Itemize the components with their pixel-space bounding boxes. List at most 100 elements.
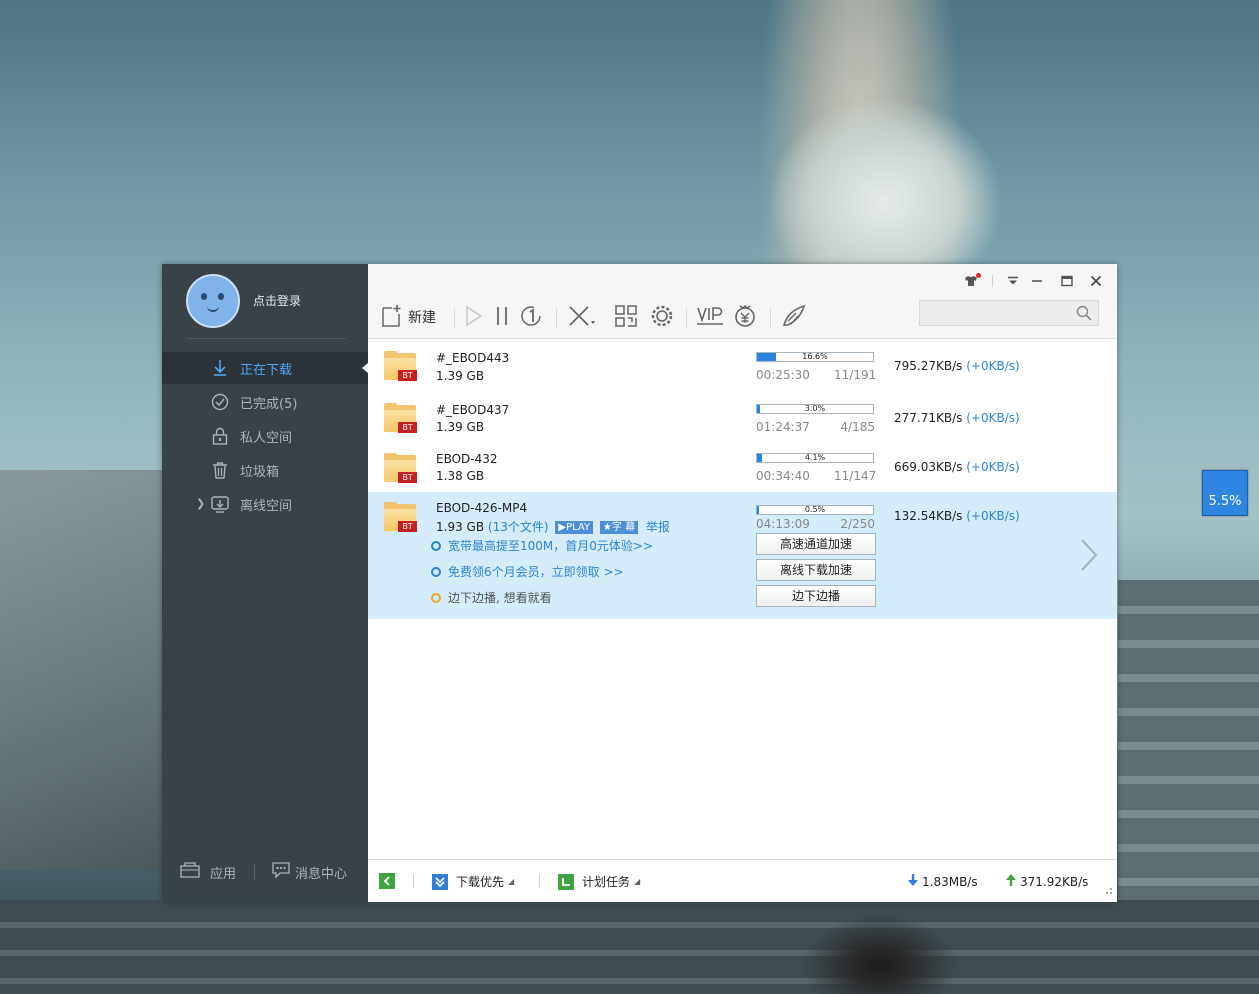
progress-bar: 3.0% — [756, 404, 874, 414]
pieces-count: 4/185 — [840, 420, 875, 434]
download-arrow-icon — [907, 873, 919, 890]
toolbar-divider — [454, 308, 455, 328]
message-center-button[interactable]: 消息中心 — [271, 861, 347, 883]
bt-badge: BT — [398, 521, 417, 532]
task-name: #_EBOD443 — [436, 351, 510, 365]
progress-label: 16.6% — [802, 352, 828, 361]
speed-rocket-button[interactable] — [780, 304, 808, 330]
subtitle-badge-label: 字 幕 — [611, 522, 636, 533]
title-bar[interactable] — [368, 264, 1117, 298]
broadband-promo-link[interactable]: 宽带最高提至100M，首月0元体验>> — [431, 537, 653, 554]
pause-button[interactable] — [494, 304, 510, 330]
sidebar-item-offline-space[interactable]: ❯ 离线空间 — [162, 488, 368, 520]
start-button[interactable] — [464, 304, 484, 330]
task-row-selected[interactable]: BT EBOD-426-MP4 1.93 GB (13个文件) ▶PLAY ★字… — [368, 492, 1117, 619]
toolbar-divider — [686, 308, 687, 328]
chevron-right-icon[interactable] — [1079, 538, 1099, 575]
subtitle-badge[interactable]: ★字 幕 — [599, 521, 639, 534]
upload-speed-value: 371.92KB/s — [1020, 874, 1089, 889]
sidebar: 点击登录 正在下载 已完成(5) 私人空间 垃圾箱 ❯ 离线空间 应用 消息中心 — [162, 264, 368, 901]
money-bag-button[interactable] — [732, 304, 758, 330]
free-vip-promo-link[interactable]: 免费领6个月会员，立即领取 >> — [431, 563, 624, 580]
total-download-speed: 1.83MB/s — [907, 873, 978, 890]
message-center-label: 消息中心 — [295, 866, 348, 882]
scheduled-task-label: 计划任务 — [582, 875, 631, 889]
task-row[interactable]: BT #_EBOD437 1.39 GB 3.0% 01:24:37 4/185… — [368, 391, 1117, 443]
close-icon[interactable] — [1087, 272, 1105, 290]
floating-speed-monitor[interactable]: 5.5% — [1202, 470, 1248, 516]
task-size: 1.39 GB — [436, 420, 485, 434]
accel-value: (+0KB/s) — [966, 509, 1020, 523]
sidebar-divider — [186, 338, 346, 339]
new-task-button[interactable]: 新建 — [380, 304, 436, 330]
folder-icon: BT — [384, 403, 418, 435]
promo-text: 宽带最高提至100M，首月0元体验>> — [448, 539, 654, 553]
bullet-circle-icon — [431, 566, 441, 577]
download-arrow-icon — [210, 358, 230, 378]
sidebar-item-label: 正在下载 — [240, 362, 293, 378]
notification-dot — [976, 273, 981, 278]
download-priority-button[interactable]: 下载优先 ◢ — [432, 873, 514, 890]
status-bar: 下载优先 ◢ 计划任务 ◢ 1.83MB/s 371.92KB/s — [368, 859, 1117, 902]
task-row[interactable]: BT #_EBOD443 1.39 GB 16.6% 00:25:30 11/1… — [368, 339, 1117, 391]
scheduled-task-button[interactable]: 计划任务 ◢ — [558, 873, 640, 890]
folder-icon: BT — [384, 351, 418, 383]
sidebar-item-downloading[interactable]: 正在下载 — [162, 352, 368, 384]
pause-icon — [494, 305, 510, 330]
statusbar-divider — [539, 874, 540, 888]
promo-text: 边下边播, 想看就看 — [448, 591, 552, 605]
collapse-sidebar-button[interactable] — [379, 873, 395, 889]
qr-code-icon — [614, 304, 638, 331]
play-while-download-button[interactable]: 边下边播 — [756, 585, 876, 607]
maximize-icon[interactable] — [1058, 272, 1076, 290]
check-circle-icon — [210, 392, 230, 412]
time-remaining: 00:25:30 — [756, 368, 810, 382]
task-size: 1.93 GB — [436, 520, 485, 534]
bt-badge: BT — [398, 422, 417, 433]
chevron-right-icon[interactable]: ❯ — [196, 497, 205, 510]
apps-label: 应用 — [210, 866, 237, 882]
bullet-circle-icon — [431, 592, 441, 603]
file-count-link[interactable]: (13个文件) — [488, 520, 549, 534]
wallpaper-legs — [780, 900, 980, 994]
report-link[interactable]: 举报 — [646, 520, 670, 534]
high-speed-channel-button[interactable]: 高速通道加速 — [756, 533, 876, 555]
task-name: #_EBOD437 — [436, 403, 510, 417]
sidebar-item-trash[interactable]: 垃圾箱 — [162, 454, 368, 486]
resize-grip-icon[interactable] — [1103, 884, 1113, 898]
toolbar-divider — [556, 308, 557, 328]
apps-button[interactable]: 应用 — [180, 862, 236, 882]
toolbar-divider — [770, 308, 771, 328]
delete-button[interactable] — [567, 304, 597, 330]
qr-code-button[interactable] — [614, 304, 638, 330]
task-size: 1.39 GB — [436, 369, 485, 383]
schedule-icon — [558, 873, 574, 890]
pieces-count: 11/191 — [834, 368, 877, 382]
wallpaper-dress — [770, 100, 1000, 270]
progress-bar: 4.1% — [756, 453, 874, 463]
search-input[interactable] — [920, 301, 1078, 327]
new-task-label: 新建 — [408, 310, 436, 326]
sidebar-item-private-space[interactable]: 私人空间 — [162, 420, 368, 452]
progress-label: 0.5% — [804, 505, 826, 514]
single-task-button[interactable] — [520, 304, 544, 330]
offline-download-accel-button[interactable]: 离线下载加速 — [756, 559, 876, 581]
pieces-count: 11/147 — [834, 469, 877, 483]
skin-shirt-icon[interactable] — [962, 272, 981, 290]
vip-button[interactable] — [696, 304, 724, 330]
download-speed: 795.27KB/s (+0KB/s) — [894, 359, 1020, 373]
promo-text: 免费领6个月会员，立即领取 >> — [448, 565, 624, 579]
sidebar-item-label: 已完成(5) — [240, 396, 298, 412]
search-icon[interactable] — [1076, 305, 1092, 324]
task-row[interactable]: BT EBOD-432 1.38 GB 4.1% 00:34:40 11/147… — [368, 443, 1117, 492]
settings-button[interactable] — [649, 304, 675, 330]
sidebar-item-label: 离线空间 — [240, 498, 293, 514]
avatar[interactable] — [186, 274, 240, 328]
play-badge[interactable]: ▶PLAY — [555, 521, 594, 534]
sidebar-item-completed[interactable]: 已完成(5) — [162, 386, 368, 418]
time-remaining: 04:13:09 — [756, 517, 810, 531]
login-link[interactable]: 点击登录 — [253, 292, 301, 309]
menu-dropdown-icon[interactable] — [1004, 272, 1022, 290]
stream-while-download-hint[interactable]: 边下边播, 想看就看 — [431, 589, 552, 606]
minimize-icon[interactable] — [1028, 272, 1046, 290]
